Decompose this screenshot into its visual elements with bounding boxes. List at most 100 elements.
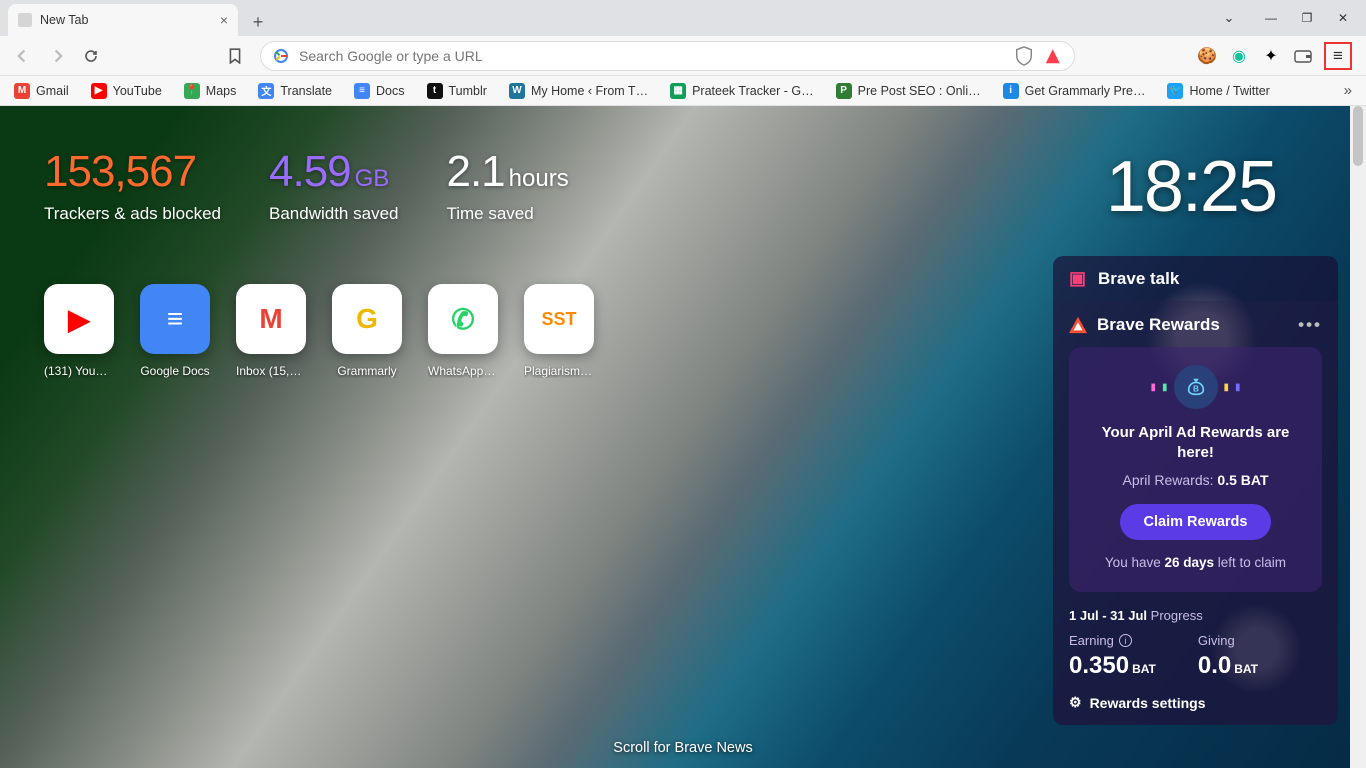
top-site-tile[interactable]: ≡Google Docs bbox=[140, 284, 210, 378]
bookmark-label: Translate bbox=[280, 84, 332, 98]
clock: 18:25 bbox=[1106, 146, 1276, 228]
bookmark-label: Gmail bbox=[36, 84, 69, 98]
stat-time: 2.1hours Time saved bbox=[446, 150, 568, 224]
bookmark-item[interactable]: ≡ Docs bbox=[354, 83, 404, 99]
bookmark-favicon: 📍 bbox=[184, 83, 200, 99]
bookmarks-bar: M Gmail ▶ YouTube 📍 Maps 文Translate ≡ Docs t Tumbl… bbox=[0, 76, 1366, 106]
top-sites: ▶ (131) YouTube ≡Google Docs M Inbox (15,103… bbox=[44, 284, 594, 378]
bat-logo-icon bbox=[1069, 316, 1087, 334]
new-tab-content: 153,567 Trackers & ads blocked 4.59GB Ba… bbox=[0, 106, 1366, 768]
bookmark-item[interactable]: P Pre Post SEO : Onli… bbox=[836, 83, 981, 99]
rewards-earning: Earning i 0.350BAT bbox=[1069, 633, 1156, 680]
bookmark-label: Tumblr bbox=[449, 84, 487, 98]
rewards-banner-subtitle: April Rewards: 0.5 BAT bbox=[1083, 472, 1308, 488]
wallet-icon[interactable] bbox=[1292, 45, 1314, 67]
bookmark-item[interactable]: 📍 Maps bbox=[184, 83, 237, 99]
bookmark-label: Maps bbox=[206, 84, 237, 98]
bookmark-favicon: ▶ bbox=[91, 83, 107, 99]
tile-icon: ≡ bbox=[140, 284, 210, 354]
bookmark-favicon: W bbox=[509, 83, 525, 99]
money-bag-icon: B bbox=[1174, 365, 1218, 409]
tile-label: WhatsApp … bbox=[428, 364, 498, 378]
window-close-button[interactable]: ✕ bbox=[1326, 4, 1360, 32]
bookmark-item[interactable]: ▶ YouTube bbox=[91, 83, 162, 99]
brave-talk-card[interactable]: ▣ Brave talk bbox=[1053, 256, 1338, 301]
bookmark-favicon: i bbox=[1003, 83, 1019, 99]
rewards-settings-link[interactable]: ⚙ Rewards settings bbox=[1069, 694, 1322, 711]
bookmark-favicon: ≡ bbox=[354, 83, 370, 99]
brave-shield-icon[interactable] bbox=[1014, 46, 1034, 66]
window-minimize-button[interactable]: — bbox=[1254, 4, 1288, 32]
bookmark-item[interactable]: M Gmail bbox=[14, 83, 69, 99]
rewards-claim-banner: ▮ ▮ B ▮ ▮ Your April Ad Rewards are here… bbox=[1069, 347, 1322, 592]
bookmark-label: YouTube bbox=[113, 84, 162, 98]
brave-logo-icon[interactable] bbox=[1044, 47, 1062, 65]
forward-button[interactable] bbox=[44, 43, 70, 69]
rewards-menu-icon[interactable]: ••• bbox=[1298, 315, 1322, 335]
address-bar[interactable] bbox=[260, 41, 1075, 71]
tab-search-icon[interactable]: ⌄ bbox=[1212, 4, 1246, 32]
bookmark-item[interactable]: 文Translate bbox=[258, 83, 332, 99]
tab-new-tab[interactable]: New Tab × bbox=[8, 4, 238, 36]
rewards-days-left: You have 26 days left to claim bbox=[1083, 554, 1308, 573]
bookmark-favicon: ▦ bbox=[670, 83, 686, 99]
bookmarks-overflow-icon[interactable]: » bbox=[1344, 82, 1352, 99]
main-menu-button[interactable]: ≡ bbox=[1324, 42, 1352, 70]
video-camera-icon: ▣ bbox=[1069, 268, 1086, 289]
top-site-tile[interactable]: ✆ WhatsApp … bbox=[428, 284, 498, 378]
bookmark-favicon: P bbox=[836, 83, 852, 99]
rewards-progress-range: 1 Jul - 31 Jul Progress bbox=[1069, 608, 1322, 623]
bookmark-label: Docs bbox=[376, 84, 404, 98]
bookmark-item[interactable]: t Tumblr bbox=[427, 83, 487, 99]
bookmark-item[interactable]: i Get Grammarly Pre… bbox=[1003, 83, 1146, 99]
bookmark-label: Prateek Tracker - G… bbox=[692, 84, 814, 98]
top-site-tile[interactable]: M Inbox (15,103) bbox=[236, 284, 306, 378]
tile-icon: SST bbox=[524, 284, 594, 354]
bookmark-label: Get Grammarly Pre… bbox=[1025, 84, 1146, 98]
bookmark-item[interactable]: 🐦Home / Twitter bbox=[1167, 83, 1269, 99]
tab-close-icon[interactable]: × bbox=[220, 12, 228, 28]
bookmark-label: Home / Twitter bbox=[1189, 84, 1269, 98]
back-button[interactable] bbox=[10, 43, 36, 69]
gear-icon: ⚙ bbox=[1069, 694, 1082, 711]
tile-icon: M bbox=[236, 284, 306, 354]
rewards-giving: Giving 0.0BAT bbox=[1198, 633, 1258, 680]
stat-trackers: 153,567 Trackers & ads blocked bbox=[44, 150, 221, 224]
tile-label: Inbox (15,103) bbox=[236, 364, 306, 378]
bookmark-favicon: M bbox=[14, 83, 30, 99]
tab-strip: New Tab × + bbox=[0, 0, 1366, 36]
brave-talk-title: Brave talk bbox=[1098, 269, 1179, 289]
tile-icon: ▶ bbox=[44, 284, 114, 354]
extension-grammarly-icon[interactable]: ◉ bbox=[1228, 45, 1250, 67]
window-maximize-button[interactable]: ❐ bbox=[1290, 4, 1324, 32]
bookmark-label: Pre Post SEO : Onli… bbox=[858, 84, 981, 98]
new-tab-button[interactable]: + bbox=[244, 8, 272, 36]
brave-rewards-card: Brave Rewards ••• ▮ ▮ B ▮ ▮ Your April A… bbox=[1053, 301, 1338, 725]
info-icon[interactable]: i bbox=[1119, 634, 1132, 647]
tile-icon: G bbox=[332, 284, 402, 354]
rewards-title: Brave Rewards bbox=[1097, 315, 1220, 335]
bookmark-item[interactable]: WMy Home ‹ From T… bbox=[509, 83, 648, 99]
address-input[interactable] bbox=[299, 48, 1004, 64]
google-icon bbox=[273, 48, 289, 64]
top-site-tile[interactable]: GGrammarly bbox=[332, 284, 402, 378]
tile-label: Plagiarism … bbox=[524, 364, 594, 378]
bookmark-button[interactable] bbox=[222, 43, 248, 69]
claim-rewards-button[interactable]: Claim Rewards bbox=[1120, 504, 1272, 540]
extensions-puzzle-icon[interactable]: ✦ bbox=[1260, 45, 1282, 67]
tile-icon: ✆ bbox=[428, 284, 498, 354]
extension-cookie-icon[interactable]: 🍪 bbox=[1196, 45, 1218, 67]
top-site-tile[interactable]: ▶ (131) YouTube bbox=[44, 284, 114, 378]
tab-title: New Tab bbox=[40, 13, 88, 27]
top-site-tile[interactable]: SST Plagiarism … bbox=[524, 284, 594, 378]
svg-text:B: B bbox=[1193, 385, 1199, 394]
tile-label: (131) YouTube bbox=[44, 364, 114, 378]
bookmark-favicon: t bbox=[427, 83, 443, 99]
reload-button[interactable] bbox=[78, 43, 104, 69]
stat-bandwidth: 4.59GB Bandwidth saved bbox=[269, 150, 398, 224]
bookmark-item[interactable]: ▦ Prateek Tracker - G… bbox=[670, 83, 814, 99]
window-controls: ⌄ — ❐ ✕ bbox=[1212, 4, 1360, 32]
rewards-banner-title: Your April Ad Rewards are here! bbox=[1083, 423, 1308, 464]
side-panel: ▣ Brave talk Brave Rewards ••• ▮ ▮ B bbox=[1053, 256, 1338, 725]
scrollbar[interactable] bbox=[1350, 106, 1366, 768]
